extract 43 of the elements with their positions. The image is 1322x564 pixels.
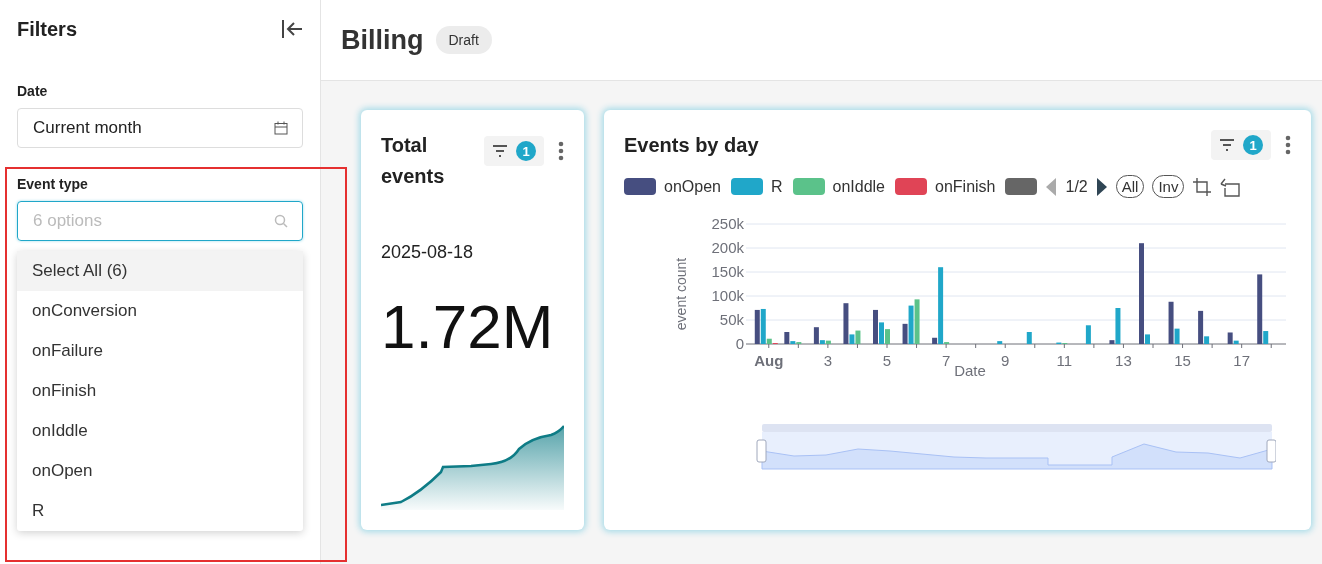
filter-count-badge: 1 xyxy=(516,141,536,161)
x-tick-label: 7 xyxy=(941,352,951,369)
field-label: Date xyxy=(17,83,49,99)
dropdown-option[interactable]: onIddle xyxy=(17,411,303,451)
search-field[interactable]: 6 options xyxy=(17,201,303,241)
field-label: Event type xyxy=(17,176,89,192)
dropdown-option[interactable]: onConversion xyxy=(17,291,303,331)
dropdown-option[interactable]: onOpen xyxy=(17,451,303,491)
filter-count-badge: 1 xyxy=(1243,135,1263,155)
sidebar-title: Filters xyxy=(17,17,78,41)
x-tick-label: 17 xyxy=(1233,352,1250,369)
legend-item[interactable]: onIddle xyxy=(792,177,885,196)
date-field[interactable]: Current month xyxy=(17,108,303,148)
legend-item[interactable]: onOpen xyxy=(624,177,721,196)
status-badge: Draft xyxy=(435,26,492,54)
page-title: Billing xyxy=(341,24,424,56)
legend-page-indicator: 1/2 xyxy=(1065,177,1088,196)
legend-item[interactable]: onFinish xyxy=(895,177,996,196)
metric-date: 2025-08-18 xyxy=(381,242,475,263)
y-tick-label: 200k xyxy=(711,239,744,256)
y-tick-label: 150k xyxy=(711,263,744,280)
x-axis-title: Date xyxy=(954,362,986,379)
x-tick-label: 13 xyxy=(1115,352,1132,369)
dropdown-option[interactable]: Select All (6) xyxy=(17,251,303,291)
card-title: Total events xyxy=(381,133,446,189)
y-tick-label: 0 xyxy=(735,335,744,352)
x-tick-label: 5 xyxy=(882,352,892,369)
inverse-button[interactable]: Inv xyxy=(1152,175,1185,198)
y-tick-label: 50k xyxy=(719,311,744,328)
x-tick-label: 11 xyxy=(1056,352,1073,369)
x-tick-label: 15 xyxy=(1174,352,1191,369)
y-tick-label: 250k xyxy=(711,215,744,232)
y-tick-label: 100k xyxy=(711,287,744,304)
metric-value: 1.72M xyxy=(381,291,555,362)
x-tick-label: 3 xyxy=(823,352,833,369)
dropdown-option[interactable]: onFinish xyxy=(17,371,303,411)
x-tick-label: Aug xyxy=(754,352,784,369)
select-all-button[interactable]: All xyxy=(1115,175,1145,198)
dropdown-option[interactable]: R xyxy=(17,491,303,531)
card-title: Events by day xyxy=(624,133,759,158)
dropdown-option[interactable]: onFailure xyxy=(17,331,303,371)
x-tick-label: 9 xyxy=(1001,352,1010,369)
y-axis-title: event count xyxy=(673,257,689,331)
